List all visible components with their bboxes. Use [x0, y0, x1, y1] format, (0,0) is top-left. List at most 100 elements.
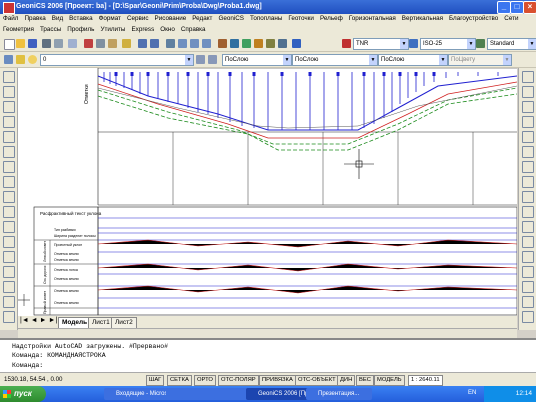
lwt-toggle[interactable]: ВЕС: [356, 375, 374, 386]
menu-landscaping[interactable]: Благоустройство: [446, 14, 501, 23]
layer-manager-icon[interactable]: [4, 55, 13, 64]
break-point-icon[interactable]: [522, 236, 534, 248]
menu-view[interactable]: Вид: [49, 14, 66, 23]
new-icon[interactable]: [4, 39, 15, 50]
publish-icon[interactable]: [68, 39, 77, 48]
task-presentation[interactable]: Презентация...: [306, 388, 372, 400]
menu-format[interactable]: Формат: [96, 14, 124, 23]
ellipse-arc-icon[interactable]: [3, 221, 15, 233]
lineweight-select[interactable]: ПоСлою ▼: [378, 54, 448, 66]
menu-insert[interactable]: Вставка: [66, 14, 95, 23]
polar-toggle[interactable]: ОТС-ПОЛЯР: [218, 375, 259, 386]
mirror-icon[interactable]: [522, 101, 534, 113]
layer-select[interactable]: 0 ▼: [40, 54, 194, 66]
paste-icon[interactable]: [108, 39, 117, 48]
plotstyle-select[interactable]: ПоЦвету ▼: [448, 54, 512, 66]
app-icon[interactable]: [3, 2, 15, 14]
offset-icon[interactable]: [522, 116, 534, 128]
menu-window[interactable]: Окно: [157, 25, 178, 34]
layer-previous-icon[interactable]: [208, 55, 217, 64]
print-icon[interactable]: [42, 39, 51, 48]
zoom-window-icon[interactable]: [190, 39, 199, 48]
menu-utilities[interactable]: Утилиты: [97, 25, 128, 34]
ortho-toggle[interactable]: ОРТО: [194, 375, 216, 386]
menu-service[interactable]: Сервис: [124, 14, 152, 23]
menu-relief[interactable]: Рельеф: [317, 14, 346, 23]
polygon-icon[interactable]: [3, 116, 15, 128]
menu-help[interactable]: Справка: [178, 25, 209, 34]
gradient-icon[interactable]: [3, 296, 15, 308]
close-button[interactable]: ×: [523, 1, 536, 14]
snap-toggle[interactable]: ШАГ: [146, 375, 165, 386]
menu-vertical[interactable]: Вертикальная: [399, 14, 446, 23]
otrack-toggle[interactable]: ОТС-ОБЪЕКТ: [295, 375, 339, 386]
copy-object-icon[interactable]: [522, 86, 534, 98]
break-icon[interactable]: [522, 251, 534, 263]
dyn-toggle[interactable]: ДИН: [337, 375, 356, 386]
stretch-icon[interactable]: [522, 191, 534, 203]
menu-geometry[interactable]: Геометрия: [0, 25, 37, 34]
color-select[interactable]: ПоСлою ▼: [222, 54, 292, 66]
grid-toggle[interactable]: СЕТКА: [167, 375, 192, 386]
menu-edit[interactable]: Правка: [21, 14, 48, 23]
menu-networks[interactable]: Сети: [501, 14, 521, 23]
tool-palettes-icon[interactable]: [242, 39, 251, 48]
menu-topoplans[interactable]: Топопланы: [247, 14, 285, 23]
drawing-canvas[interactable]: Отметки Расфрактивный текст уклона Тип р…: [18, 68, 517, 316]
chamfer-icon[interactable]: [522, 281, 534, 293]
erase-icon[interactable]: [522, 71, 534, 83]
menu-geopoints[interactable]: Геоточки: [285, 14, 317, 23]
circle-icon[interactable]: [3, 161, 15, 173]
calculator-icon[interactable]: [278, 39, 287, 48]
sheet-set-icon[interactable]: [254, 39, 263, 48]
region-icon[interactable]: [3, 311, 15, 323]
polyline-icon[interactable]: [3, 101, 15, 113]
trim-icon[interactable]: [522, 206, 534, 218]
hatch-icon[interactable]: [3, 281, 15, 293]
osnap-toggle[interactable]: ПРИВЯЗКА: [259, 375, 296, 386]
menu-profile[interactable]: Профиль: [64, 25, 97, 34]
redo-icon[interactable]: [150, 39, 159, 48]
properties-icon[interactable]: [218, 39, 227, 48]
undo-icon[interactable]: [138, 39, 147, 48]
save-icon[interactable]: [28, 39, 37, 48]
menu-geonics[interactable]: GeoniCS: [215, 14, 247, 23]
language-indicator[interactable]: EN: [468, 390, 476, 396]
make-block-icon[interactable]: [3, 251, 15, 263]
menu-draw[interactable]: Рисование: [152, 14, 190, 23]
copy-icon[interactable]: [96, 39, 105, 48]
arc-icon[interactable]: [3, 146, 15, 158]
linetype-select[interactable]: ПоСлою ▼: [292, 54, 378, 66]
rectangle-icon[interactable]: [3, 131, 15, 143]
tab-nav-arrows[interactable]: |◄ ◄ ► ►|: [20, 317, 57, 324]
text-style-select[interactable]: TNR ▼: [353, 38, 409, 50]
construction-line-icon[interactable]: [3, 86, 15, 98]
zoom-previous-icon[interactable]: [202, 39, 211, 48]
preview-icon[interactable]: [54, 39, 63, 48]
model-toggle[interactable]: МОДЕЛЬ: [374, 375, 405, 386]
open-icon[interactable]: [16, 39, 25, 48]
menu-routes[interactable]: Трассы: [37, 25, 64, 34]
fillet-icon[interactable]: [522, 296, 534, 308]
dim-style-select[interactable]: ISO-25 ▼: [420, 38, 476, 50]
make-current-layer-icon[interactable]: [196, 55, 205, 64]
help-icon[interactable]: [292, 39, 301, 48]
design-center-icon[interactable]: [230, 39, 239, 48]
scale-icon[interactable]: [522, 176, 534, 188]
extend-icon[interactable]: [522, 221, 534, 233]
clock[interactable]: 12:14: [516, 390, 532, 397]
menu-horizontal[interactable]: Горизонтальная: [346, 14, 399, 23]
spline-icon[interactable]: [3, 191, 15, 203]
join-icon[interactable]: [522, 266, 534, 278]
pan-icon[interactable]: [166, 39, 175, 48]
match-properties-icon[interactable]: [122, 39, 131, 48]
line-icon[interactable]: [3, 71, 15, 83]
command-prompt[interactable]: Команда:: [12, 362, 43, 369]
rotate-icon[interactable]: [522, 161, 534, 173]
table-style-select[interactable]: Standard ▼: [487, 38, 536, 50]
array-icon[interactable]: [522, 131, 534, 143]
command-window[interactable]: Надстройки AutoCAD загружены. #Прервано#…: [0, 338, 536, 374]
menu-express[interactable]: Express: [128, 25, 157, 34]
maximize-button[interactable]: □: [510, 1, 524, 14]
cut-icon[interactable]: [84, 39, 93, 48]
